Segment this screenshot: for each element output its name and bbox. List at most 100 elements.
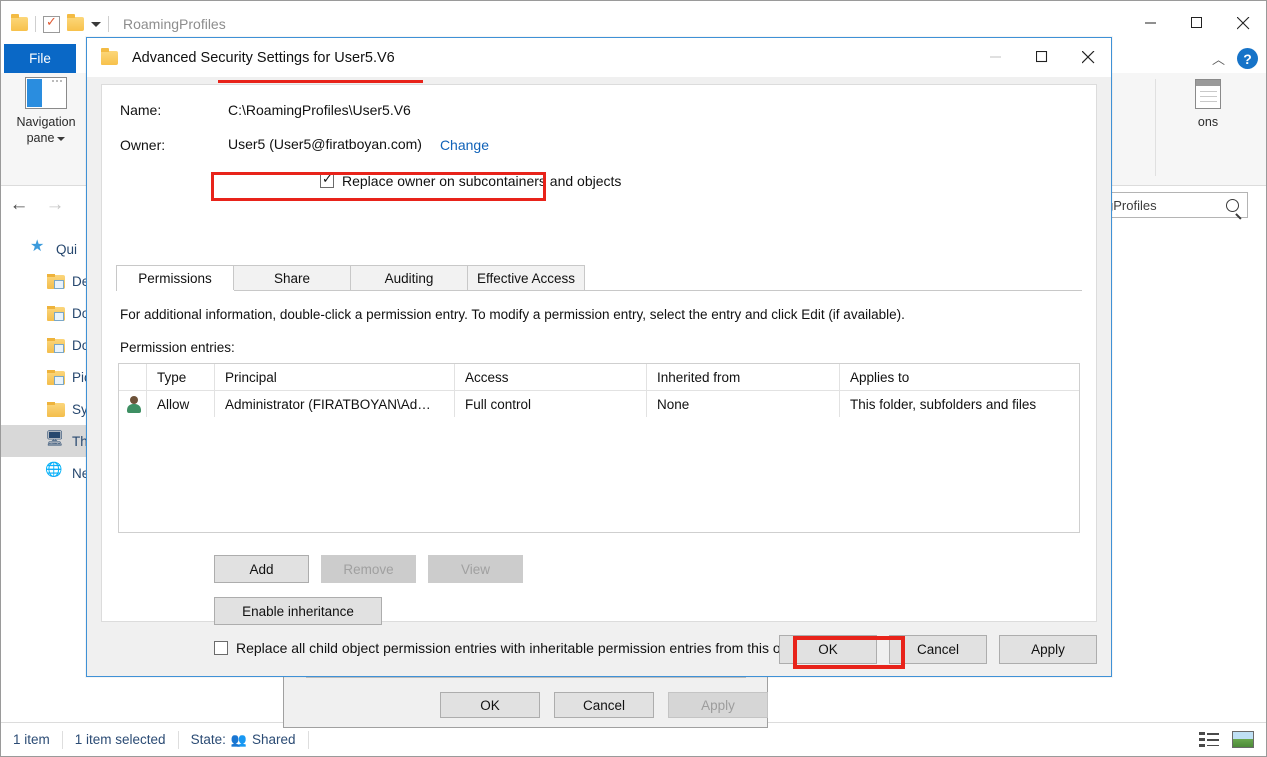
close-icon[interactable] xyxy=(1065,38,1111,76)
search-input[interactable]: gProfiles xyxy=(1099,192,1248,218)
forward-icon[interactable]: → xyxy=(37,187,73,223)
enable-inheritance-button-wrap[interactable]: Enable inheritance xyxy=(214,597,382,625)
dialog-title-bar: Advanced Security Settings for User5.V6 xyxy=(87,38,1111,77)
sidebar-item-pictures[interactable]: Pic xyxy=(1,361,97,393)
options-button[interactable]: ons xyxy=(1172,79,1244,129)
large-icons-view-icon[interactable] xyxy=(1230,728,1256,751)
cell-applies-to: This folder, subfolders and files xyxy=(839,391,1079,417)
table-row[interactable]: Allow Administrator (FIRATBOYAN\Ad… Full… xyxy=(119,391,1079,417)
chevron-up-icon[interactable]: ︿ xyxy=(1212,49,1225,68)
dialog-footer-buttons[interactable]: OK Cancel Apply xyxy=(779,635,1097,664)
sidebar-item-documents[interactable]: Do xyxy=(1,329,97,361)
replace-owner-label: Replace owner on subcontainers and objec… xyxy=(342,173,622,189)
dialog-title: Advanced Security Settings for User5.V6 xyxy=(132,49,395,66)
column-applies-to[interactable]: Applies to xyxy=(839,363,1079,391)
owner-label: Owner: xyxy=(120,137,166,153)
sidebar-item-this-pc[interactable]: This xyxy=(1,425,97,457)
tab-strip[interactable]: Permissions Share Auditing Effective Acc… xyxy=(116,265,1096,291)
tab-effective-access[interactable]: Effective Access xyxy=(467,265,585,291)
tab-file[interactable]: File xyxy=(4,44,76,73)
view-button: View xyxy=(428,555,523,583)
sidebar-item-system[interactable]: Sy xyxy=(1,393,97,425)
properties-icon[interactable] xyxy=(43,14,60,33)
sidebar-item-downloads[interactable]: Do xyxy=(1,297,97,329)
status-state-value: Shared xyxy=(252,732,296,747)
minimize-icon xyxy=(973,38,1019,76)
change-owner-link[interactable]: Change xyxy=(440,137,489,153)
add-button[interactable]: Add xyxy=(214,555,309,583)
navigation-pane-button[interactable]: Navigation pane xyxy=(7,77,85,146)
tab-auditing[interactable]: Auditing xyxy=(350,265,468,291)
divider xyxy=(1155,79,1156,176)
this-pc-icon xyxy=(45,429,65,449)
search-icon[interactable] xyxy=(1226,198,1239,212)
divider xyxy=(307,730,309,749)
dialog-window-controls[interactable] xyxy=(973,38,1111,76)
apply-button[interactable]: Apply xyxy=(999,635,1097,664)
sidebar-item-network[interactable]: Net xyxy=(1,457,97,489)
tab-active-underline xyxy=(117,290,234,292)
details-view-icon[interactable] xyxy=(1196,728,1222,751)
dropdown-caret-icon[interactable] xyxy=(91,21,101,27)
tab-permissions[interactable]: Permissions xyxy=(116,265,234,291)
replace-owner-checkbox[interactable]: Replace owner on subcontainers and objec… xyxy=(320,171,622,189)
enable-inheritance-button[interactable]: Enable inheritance xyxy=(214,597,382,625)
column-inherited-from[interactable]: Inherited from xyxy=(646,363,839,391)
info-text: For additional information, double-click… xyxy=(120,307,905,322)
cell-principal: Administrator (FIRATBOYAN\Ad… xyxy=(214,391,454,417)
properties-apply-button: Apply xyxy=(668,692,768,718)
maximize-icon[interactable] xyxy=(1174,1,1220,45)
quick-access-toolbar[interactable] xyxy=(1,14,109,33)
maximize-icon[interactable] xyxy=(1019,38,1065,76)
properties-cancel-button[interactable]: Cancel xyxy=(554,692,654,718)
navigation-tree[interactable]: Qui De Do Do Pic Sy This Net xyxy=(1,233,97,721)
replace-child-label: Replace all child object permission entr… xyxy=(236,640,811,656)
replace-child-permissions-checkbox[interactable]: Replace all child object permission entr… xyxy=(214,640,810,656)
tab-share[interactable]: Share xyxy=(233,265,351,291)
options-label: ons xyxy=(1197,115,1219,129)
status-item-count: 1 item xyxy=(13,732,50,747)
options-icon xyxy=(1195,79,1221,109)
view-switch-group[interactable] xyxy=(1196,728,1256,751)
cell-access: Full control xyxy=(454,391,646,417)
help-icon[interactable]: ? xyxy=(1237,48,1258,69)
checkbox-icon[interactable] xyxy=(214,641,228,655)
ribbon-right-controls: ︿ ? xyxy=(1212,48,1258,69)
status-selected-count: 1 item selected xyxy=(74,732,166,747)
properties-dialog-buttons[interactable]: OK Cancel Apply xyxy=(440,692,768,718)
folder-downloads-icon xyxy=(47,306,65,321)
sidebar-item-quick-access[interactable]: Qui xyxy=(1,233,97,265)
chevron-down-icon[interactable] xyxy=(57,136,66,141)
column-access[interactable]: Access xyxy=(454,363,646,391)
status-state: State: 👥 Shared xyxy=(179,732,308,748)
sidebar-item-desktop[interactable]: De xyxy=(1,265,97,297)
network-icon xyxy=(45,461,65,481)
column-principal[interactable]: Principal xyxy=(214,363,454,391)
name-field-row: Name: C:\RoamingProfiles\User5.V6 xyxy=(120,98,411,122)
close-icon[interactable] xyxy=(1220,1,1266,45)
folder-pictures-icon xyxy=(47,370,65,385)
cancel-button[interactable]: Cancel xyxy=(889,635,987,664)
permission-action-buttons[interactable]: Add Remove View xyxy=(214,555,523,583)
column-type[interactable]: Type xyxy=(146,363,214,391)
name-label: Name: xyxy=(120,102,162,118)
navigation-pane-label-line2: pane xyxy=(27,130,66,146)
shared-users-icon: 👥 xyxy=(230,731,248,747)
new-folder-icon[interactable] xyxy=(67,14,84,31)
checkbox-icon[interactable] xyxy=(320,171,334,188)
folder-desktop-icon xyxy=(47,274,65,289)
properties-ok-button[interactable]: OK xyxy=(440,692,540,718)
folder-icon xyxy=(11,14,28,31)
explorer-window-controls[interactable] xyxy=(1128,1,1266,45)
cell-inherited-from: None xyxy=(646,391,839,417)
permission-entries-label: Permission entries: xyxy=(120,340,235,355)
permission-entries-table[interactable]: Type Principal Access Inherited from App… xyxy=(118,363,1080,533)
remove-button: Remove xyxy=(321,555,416,583)
back-icon[interactable]: ← xyxy=(1,187,37,223)
minimize-icon[interactable] xyxy=(1128,1,1174,45)
status-state-label: State: xyxy=(190,732,226,747)
folder-documents-icon xyxy=(47,338,65,353)
ok-button[interactable]: OK xyxy=(779,635,877,664)
explorer-window-title: RoamingProfiles xyxy=(123,16,226,32)
star-icon xyxy=(30,236,49,257)
